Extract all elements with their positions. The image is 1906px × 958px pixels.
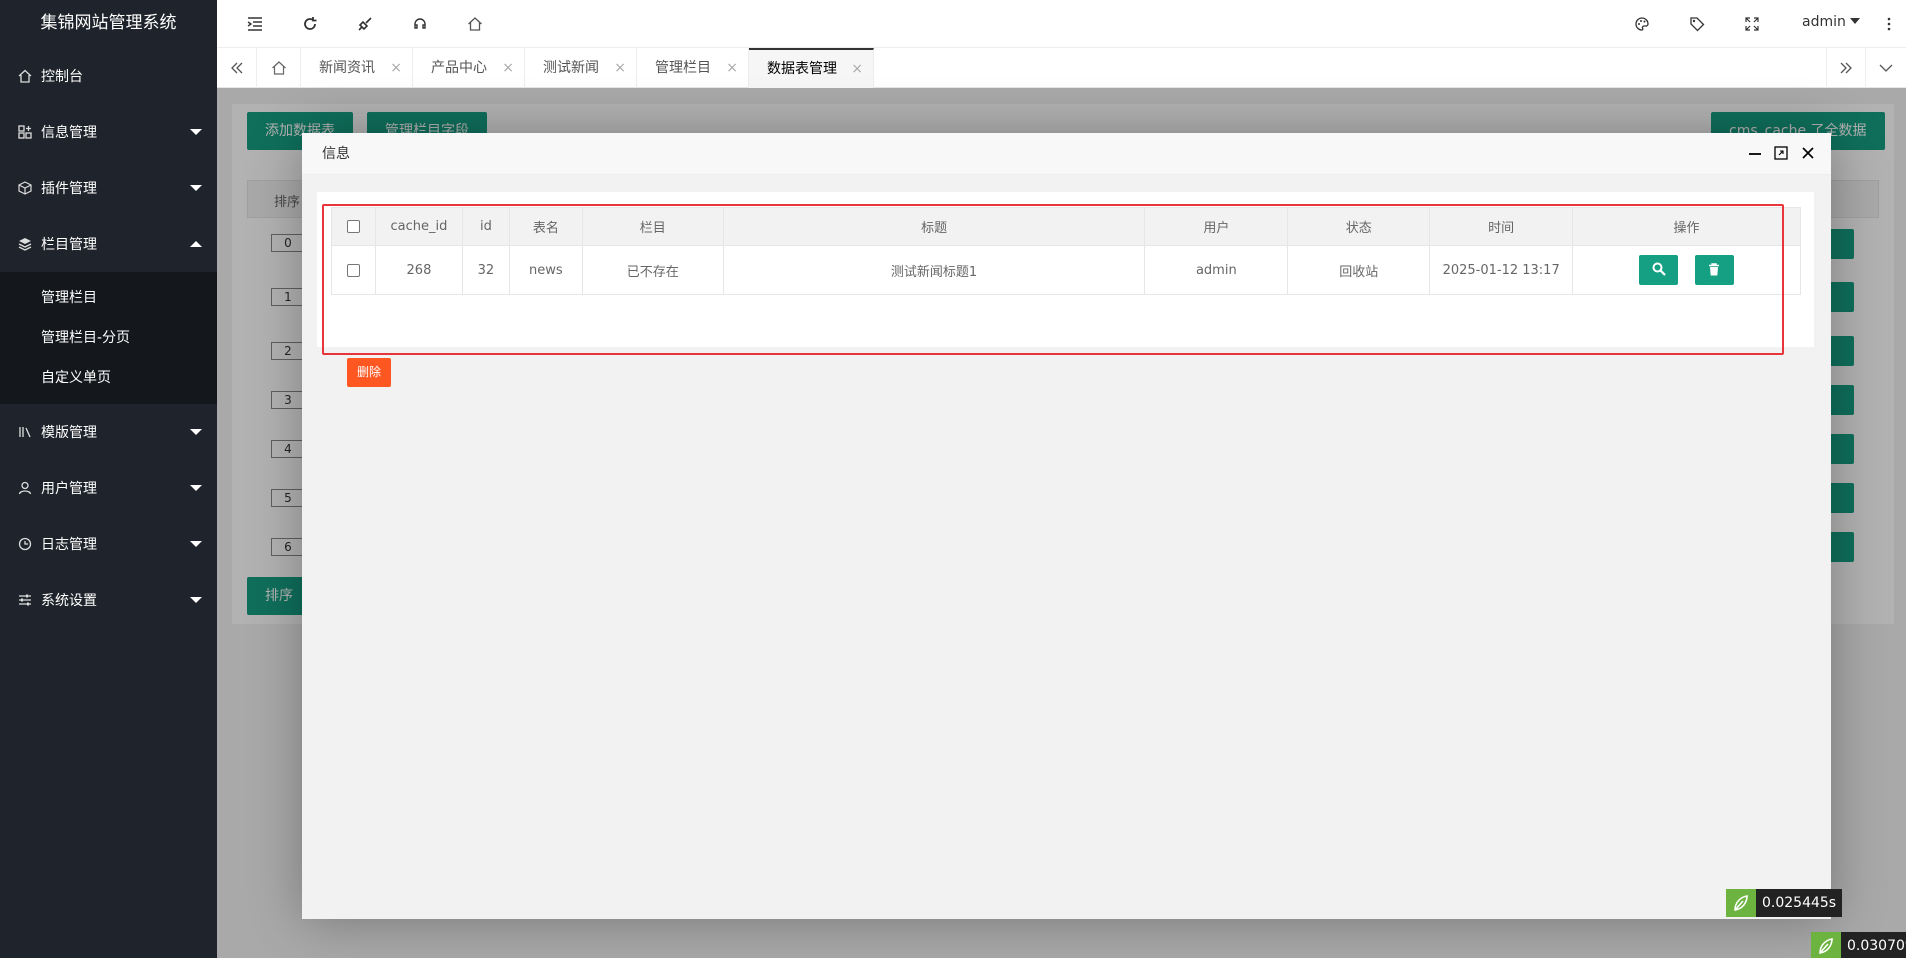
sidebar-item-users[interactable]: 用户管理: [0, 460, 217, 516]
apps-icon: [18, 125, 32, 139]
timer-badge-outer: 0.030709s: [1811, 932, 1906, 958]
sidebar-item-label: 插件管理: [41, 181, 97, 197]
menu-indent-icon[interactable]: [245, 14, 265, 34]
home-icon[interactable]: [465, 14, 485, 34]
chevron-up-icon: [190, 241, 202, 247]
close-icon[interactable]: ×: [502, 48, 514, 88]
caret-down-icon: [1849, 18, 1860, 24]
tag-icon[interactable]: [1687, 14, 1707, 34]
leaf-icon: [1811, 932, 1841, 958]
layers-icon: [18, 237, 32, 251]
user-menu[interactable]: admin: [1802, 14, 1860, 30]
sidebar-item-label: 控制台: [41, 69, 83, 85]
chevron-down-icon: [190, 429, 202, 435]
top-header: admin: [217, 0, 1906, 48]
tab-label: 测试新闻: [543, 60, 599, 76]
tab-data-table-manage[interactable]: 数据表管理 ×: [749, 48, 874, 88]
sidebar-item-logs[interactable]: 日志管理: [0, 516, 217, 572]
close-icon[interactable]: [1799, 144, 1817, 162]
fullscreen-icon[interactable]: [1742, 14, 1762, 34]
minimize-icon[interactable]: [1746, 144, 1764, 162]
brush-icon[interactable]: [355, 14, 375, 34]
tab-news-info[interactable]: 新闻资讯 ×: [301, 48, 413, 88]
dialog-title: 信息: [322, 146, 350, 162]
timer-value: 0.030709s: [1847, 938, 1906, 954]
sidebar-subitem-custom-page[interactable]: 自定义单页: [0, 358, 217, 398]
chevron-down-icon: [190, 185, 202, 191]
sidebar-item-label: 系统设置: [41, 593, 97, 609]
timer-badge: 0.025445s: [1726, 889, 1843, 917]
tabs-scroll-right-icon[interactable]: [1826, 48, 1866, 88]
tab-label: 数据表管理: [767, 61, 837, 77]
refresh-icon[interactable]: [300, 14, 320, 34]
delete-button[interactable]: 删除: [347, 358, 392, 387]
headset-icon[interactable]: [410, 14, 430, 34]
highlight-frame: [322, 204, 1784, 355]
chevron-down-icon: [190, 485, 202, 491]
sidebar-item-plugins[interactable]: 插件管理: [0, 160, 217, 216]
chevron-down-icon: [190, 129, 202, 135]
maximize-icon[interactable]: [1772, 144, 1790, 162]
chevron-down-icon: [190, 597, 202, 603]
template-icon: [18, 425, 32, 439]
tabs-dropdown-icon[interactable]: [1866, 48, 1906, 88]
sidebar-item-settings[interactable]: 系统设置: [0, 572, 217, 628]
tab-product-center[interactable]: 产品中心 ×: [413, 48, 525, 88]
tab-label: 新闻资讯: [319, 60, 375, 76]
home-icon: [18, 69, 32, 83]
tab-label: 产品中心: [431, 60, 487, 76]
sidebar-item-label: 信息管理: [41, 125, 97, 141]
sidebar-item-label: 模版管理: [41, 425, 97, 441]
sidebar-item-label: 栏目管理: [41, 237, 97, 253]
sidebar: 集锦网站管理系统 控制台 信息管理 插件管理 栏目管理 管理栏目 管理栏目-分页…: [0, 0, 217, 958]
user-name: admin: [1802, 14, 1846, 30]
more-vertical-icon[interactable]: [1879, 14, 1899, 34]
sidebar-item-dashboard[interactable]: 控制台: [0, 48, 217, 104]
leaf-icon: [1726, 889, 1756, 917]
sidebar-item-label: 日志管理: [41, 537, 97, 553]
timer-value: 0.025445s: [1762, 895, 1837, 911]
tabs-scroll-left-icon[interactable]: [217, 48, 257, 88]
sidebar-submenu: 管理栏目 管理栏目-分页 自定义单页: [0, 272, 217, 404]
sidebar-subitem-manage-columns[interactable]: 管理栏目: [0, 278, 217, 318]
app-title: 集锦网站管理系统: [40, 13, 177, 33]
user-icon: [18, 481, 32, 495]
clock-icon: [18, 537, 32, 551]
close-icon[interactable]: ×: [614, 48, 626, 88]
close-icon[interactable]: ×: [390, 48, 402, 88]
tab-label: 管理栏目: [655, 60, 711, 76]
tab-home-icon[interactable]: [257, 48, 301, 88]
chevron-down-icon: [190, 541, 202, 547]
sidebar-item-label: 用户管理: [41, 481, 97, 497]
dialog-title-bar[interactable]: 信息: [302, 133, 1831, 175]
tab-manage-columns[interactable]: 管理栏目 ×: [637, 48, 749, 88]
tab-bar: 新闻资讯 × 产品中心 × 测试新闻 × 管理栏目 × 数据表管理 ×: [217, 48, 1906, 88]
sliders-icon: [18, 593, 32, 607]
sidebar-item-templates[interactable]: 模版管理: [0, 404, 217, 460]
close-icon[interactable]: ×: [726, 48, 738, 88]
sidebar-item-info[interactable]: 信息管理: [0, 104, 217, 160]
palette-icon[interactable]: [1632, 14, 1652, 34]
sidebar-item-columns[interactable]: 栏目管理: [0, 216, 217, 272]
close-icon[interactable]: ×: [851, 50, 863, 88]
tab-test-news[interactable]: 测试新闻 ×: [525, 48, 637, 88]
cube-icon: [18, 181, 32, 195]
sidebar-subitem-manage-columns-paged[interactable]: 管理栏目-分页: [0, 318, 217, 358]
